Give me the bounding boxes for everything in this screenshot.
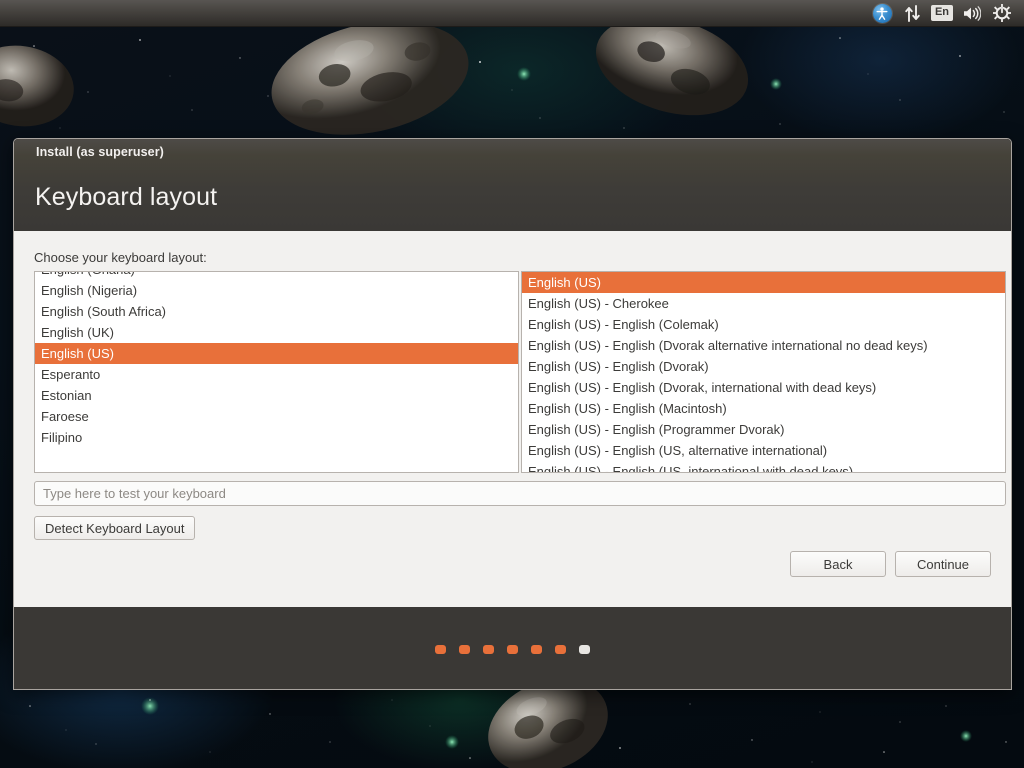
window-footer	[14, 607, 1011, 690]
keyboard-indicator-label: En	[931, 5, 953, 20]
detect-keyboard-layout-button[interactable]: Detect Keyboard Layout	[34, 516, 195, 540]
person-glyph	[876, 7, 888, 20]
keyboard-layout-row[interactable]: English (Ghana)	[35, 271, 518, 280]
keyboard-variant-list-inner: English (US)English (US) - CherokeeEngli…	[522, 272, 1005, 473]
keyboard-layout-row[interactable]: Filipino	[35, 427, 518, 448]
keyboard-layout-row[interactable]: English (US)	[35, 343, 518, 364]
keyboard-variant-row[interactable]: English (US)	[522, 272, 1005, 293]
keyboard-layout-row[interactable]: Estonian	[35, 385, 518, 406]
window-header: Install (as superuser) Keyboard layout	[14, 139, 1011, 231]
keyboard-variant-row[interactable]: English (US) - English (Dvorak)	[522, 356, 1005, 377]
progress-dot	[483, 645, 494, 654]
top-panel: En	[0, 0, 1024, 27]
power-gear-icon[interactable]	[988, 0, 1016, 27]
keyboard-layout-row[interactable]: Esperanto	[35, 364, 518, 385]
progress-dots	[435, 645, 590, 654]
gear-power-glyph	[993, 4, 1011, 22]
keyboard-variant-row[interactable]: English (US) - English (Colemak)	[522, 314, 1005, 335]
speaker-glyph	[963, 6, 981, 21]
keyboard-layout-row[interactable]: English (South Africa)	[35, 301, 518, 322]
installer-window: Install (as superuser) Keyboard layout C…	[13, 138, 1012, 690]
keyboard-variant-row[interactable]: English (US) - English (Macintosh)	[522, 398, 1005, 419]
network-icon[interactable]	[898, 0, 926, 27]
progress-dot	[459, 645, 470, 654]
back-button[interactable]: Back	[790, 551, 886, 577]
choose-layout-label: Choose your keyboard layout:	[34, 250, 207, 265]
keyboard-indicator-icon[interactable]: En	[928, 0, 956, 27]
keyboard-variant-list[interactable]: English (US)English (US) - CherokeeEngli…	[521, 271, 1006, 473]
page-title: Keyboard layout	[35, 183, 217, 212]
progress-dot	[507, 645, 518, 654]
keyboard-test-input[interactable]	[34, 481, 1006, 506]
keyboard-variant-row[interactable]: English (US) - Cherokee	[522, 293, 1005, 314]
keyboard-variant-row[interactable]: English (US) - English (Dvorak, internat…	[522, 377, 1005, 398]
progress-dot	[579, 645, 590, 654]
accessibility-icon[interactable]	[868, 0, 896, 27]
keyboard-layout-row[interactable]: Faroese	[35, 406, 518, 427]
keyboard-layout-list[interactable]: English (Ghana)English (Nigeria)English …	[34, 271, 519, 473]
continue-button[interactable]: Continue	[895, 551, 991, 577]
up-down-arrows-glyph	[905, 5, 920, 22]
accessibility-icon-circle	[873, 4, 892, 23]
progress-dot	[531, 645, 542, 654]
keyboard-variant-row[interactable]: English (US) - English (Dvorak alternati…	[522, 335, 1005, 356]
keyboard-variant-row[interactable]: English (US) - English (US, internationa…	[522, 461, 1005, 473]
keyboard-layout-row[interactable]: English (Nigeria)	[35, 280, 518, 301]
window-body: Choose your keyboard layout: English (Gh…	[14, 231, 1011, 607]
keyboard-layout-row[interactable]: English (UK)	[35, 322, 518, 343]
volume-icon[interactable]	[958, 0, 986, 27]
keyboard-variant-row[interactable]: English (US) - English (Programmer Dvora…	[522, 419, 1005, 440]
keyboard-layout-list-inner: English (Ghana)English (Nigeria)English …	[35, 271, 518, 448]
progress-dot	[435, 645, 446, 654]
window-title: Install (as superuser)	[36, 145, 164, 159]
progress-dot	[555, 645, 566, 654]
keyboard-variant-row[interactable]: English (US) - English (US, alternative …	[522, 440, 1005, 461]
